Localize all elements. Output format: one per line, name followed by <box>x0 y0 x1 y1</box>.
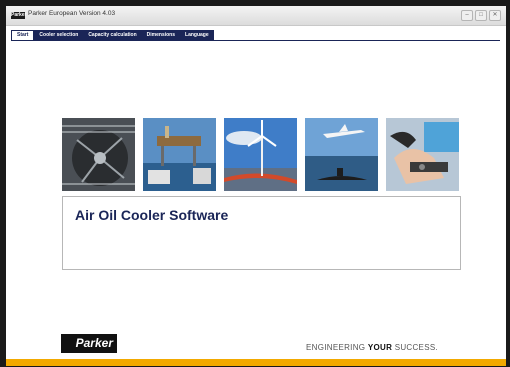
close-button[interactable]: ✕ <box>489 10 501 21</box>
hand-controls-photo <box>386 118 459 191</box>
maximize-button[interactable]: □ <box>475 10 487 21</box>
tab-start[interactable]: Start <box>11 30 35 40</box>
tab-underline <box>11 40 500 41</box>
slogan-end: SUCCESS. <box>392 343 438 352</box>
wind-turbine-photo <box>224 118 297 191</box>
page-heading: Air Oil Cooler Software <box>75 207 229 223</box>
industrial-cooler-photo <box>62 118 135 191</box>
slogan: ENGINEERING YOUR SUCCESS. <box>306 343 438 352</box>
oil-rig-photo <box>143 118 216 191</box>
window-title: Parker European Version 4.03 <box>28 10 116 17</box>
title-bar: Parker Parker European Version 4.03 – □ … <box>6 6 506 26</box>
tab-language[interactable]: Language <box>180 30 214 40</box>
minimize-button[interactable]: – <box>461 10 473 21</box>
tab-dimensions[interactable]: Dimensions <box>141 30 181 40</box>
tab-cooler-selection[interactable]: Cooler selection <box>34 30 84 40</box>
slogan-start: ENGINEERING <box>306 343 368 352</box>
tab-bar: Start Cooler selection Capacity calculat… <box>11 30 214 40</box>
slogan-bold: YOUR <box>367 343 393 352</box>
app-window: Parker Parker European Version 4.03 – □ … <box>6 6 506 366</box>
tab-capacity-calculation[interactable]: Capacity calculation <box>83 30 142 40</box>
footer-stripe <box>6 359 506 366</box>
airplane-submarine-photo <box>305 118 378 191</box>
app-icon: Parker <box>11 12 27 19</box>
photo-strip <box>62 118 459 191</box>
heading-panel: Air Oil Cooler Software <box>62 196 461 270</box>
parker-logo: Parker <box>61 334 117 353</box>
